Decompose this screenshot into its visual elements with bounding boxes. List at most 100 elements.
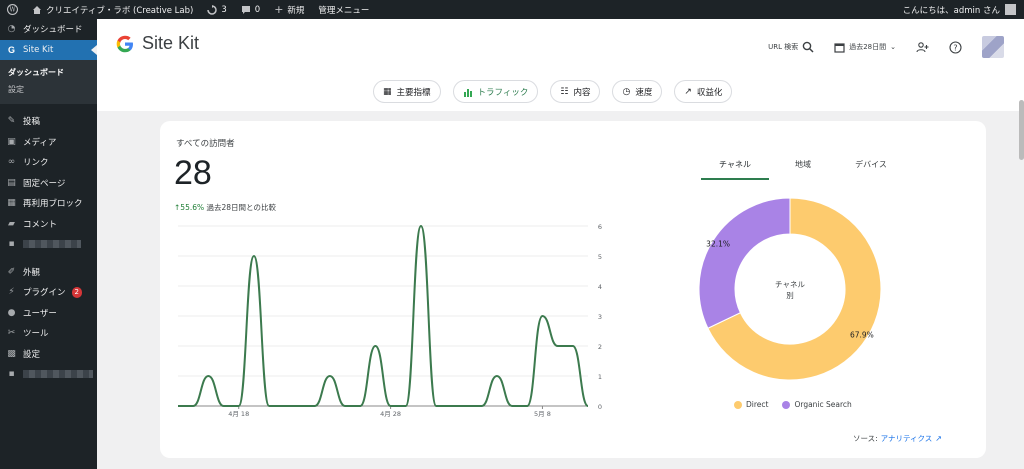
legend-item-direct[interactable]: Direct bbox=[734, 400, 768, 409]
data-point[interactable] bbox=[371, 342, 379, 350]
page-scrollbar[interactable] bbox=[1019, 100, 1024, 160]
comment-icon bbox=[241, 5, 250, 14]
x-tick-label: 4月 18 bbox=[228, 410, 249, 418]
tab-device[interactable]: デバイス bbox=[837, 159, 905, 180]
data-point[interactable] bbox=[326, 372, 334, 380]
data-point[interactable] bbox=[174, 402, 182, 410]
comments-link[interactable]: 0 bbox=[234, 0, 267, 19]
sidebar-item-label: プラグイン bbox=[23, 288, 66, 299]
sidebar-item-posts[interactable]: ✎ 投稿 bbox=[0, 111, 97, 132]
x-tick-label: 5月 8 bbox=[534, 410, 551, 418]
data-point[interactable] bbox=[356, 402, 364, 410]
sidebar-item-blurred-2[interactable]: ▪ bbox=[0, 364, 97, 385]
data-point[interactable] bbox=[387, 402, 395, 410]
sidebar-item-links[interactable]: ∞ リンク bbox=[0, 152, 97, 173]
change-value: 55.6% bbox=[180, 203, 205, 212]
data-point[interactable] bbox=[220, 402, 228, 410]
sidebar-item-blocks[interactable]: ▦ 再利用ブロック bbox=[0, 193, 97, 214]
sidebar-item-sitekit[interactable]: G Site Kit bbox=[0, 39, 97, 60]
data-point[interactable] bbox=[584, 402, 592, 410]
updates-link[interactable]: 3 bbox=[200, 0, 233, 19]
submenu-item-dashboard[interactable]: ダッシュボード bbox=[0, 64, 97, 81]
data-point[interactable] bbox=[554, 342, 562, 350]
plus-icon: + bbox=[274, 3, 284, 16]
sidebar-item-blurred[interactable]: ▪ bbox=[0, 234, 97, 255]
block-icon: ▦ bbox=[7, 198, 16, 209]
y-tick-label: 5 bbox=[598, 253, 602, 261]
manage-menu-label: 管理メニュー bbox=[318, 5, 370, 16]
account-menu[interactable]: こんにちは、admin さん bbox=[903, 4, 1024, 16]
sidebar-item-comments[interactable]: ▰ コメント bbox=[0, 214, 97, 235]
admin-bar: W クリエイティブ・ラボ (Creative Lab) 3 0 + 新規 管理メ… bbox=[0, 0, 1024, 19]
data-point[interactable] bbox=[402, 402, 410, 410]
data-point[interactable] bbox=[538, 312, 546, 320]
sidebar-item-dashboard[interactable]: ◔ ダッシュボード bbox=[0, 19, 97, 40]
data-point[interactable] bbox=[432, 402, 440, 410]
sidebar-item-users[interactable]: ● ユーザー bbox=[0, 303, 97, 324]
wrench-icon: ✂ bbox=[7, 328, 16, 339]
plugin-icon: ⚡ bbox=[8, 287, 15, 298]
nav-traffic[interactable]: トラフィック bbox=[452, 80, 539, 103]
data-point[interactable] bbox=[508, 402, 516, 410]
data-point[interactable] bbox=[417, 222, 425, 230]
google-g-icon: G bbox=[7, 44, 15, 55]
sidebar-item-pages[interactable]: ▤ 固定ページ bbox=[0, 173, 97, 194]
data-point[interactable] bbox=[280, 402, 288, 410]
sidebar-item-label: 再利用ブロック bbox=[23, 199, 83, 210]
data-point[interactable] bbox=[204, 372, 212, 380]
data-point[interactable] bbox=[311, 402, 319, 410]
wordpress-icon: W bbox=[7, 4, 18, 15]
nav-key-metrics[interactable]: ▦ 主要指標 bbox=[373, 80, 441, 103]
pie-slice-organic-search[interactable] bbox=[698, 197, 791, 329]
search-icon bbox=[802, 41, 814, 53]
url-search-button[interactable]: URL 検索 bbox=[768, 41, 814, 53]
sidebar-item-media[interactable]: ▣ メディア bbox=[0, 132, 97, 153]
comment-icon: ▰ bbox=[8, 218, 15, 229]
help-button[interactable]: ? bbox=[949, 40, 962, 54]
data-point[interactable] bbox=[447, 402, 455, 410]
sidebar-item-tools[interactable]: ✂ ツール bbox=[0, 323, 97, 344]
card-title: すべての訪問者 bbox=[176, 139, 235, 149]
legend-label: Organic Search bbox=[794, 400, 852, 409]
data-point[interactable] bbox=[235, 402, 243, 410]
wordpress-logo-button[interactable]: W bbox=[0, 0, 25, 19]
pin-icon: ✎ bbox=[7, 116, 16, 127]
data-point[interactable] bbox=[569, 342, 577, 350]
nav-monetization[interactable]: ↗ 収益化 bbox=[674, 80, 733, 103]
sidebar-item-plugins[interactable]: ⚡ プラグイン 2 bbox=[0, 282, 97, 303]
header-tools: URL 検索 過去28日間 ⌄ ? bbox=[768, 36, 1004, 58]
sidebar-item-settings[interactable]: ▩ 設定 bbox=[0, 344, 97, 365]
total-visitors: 28 bbox=[174, 154, 212, 192]
slice-value-label: 67.9% bbox=[850, 330, 874, 339]
sidebar-item-appearance[interactable]: ✐ 外観 bbox=[0, 262, 97, 283]
manage-menu-link[interactable]: 管理メニュー bbox=[311, 0, 376, 19]
y-tick-label: 0 bbox=[598, 403, 602, 411]
source-link[interactable]: アナリティクス bbox=[881, 433, 933, 444]
tab-region[interactable]: 地域 bbox=[769, 159, 837, 180]
data-point[interactable] bbox=[265, 402, 273, 410]
data-point[interactable] bbox=[295, 402, 303, 410]
data-point[interactable] bbox=[250, 252, 258, 260]
comments-count: 0 bbox=[254, 4, 261, 15]
data-point[interactable] bbox=[493, 372, 501, 380]
manage-sharing-button[interactable] bbox=[916, 41, 929, 53]
new-label: 新規 bbox=[287, 5, 305, 16]
data-point[interactable] bbox=[478, 402, 486, 410]
sitekit-logo[interactable]: Site Kit bbox=[115, 33, 199, 54]
data-point[interactable] bbox=[523, 402, 531, 410]
submenu-item-settings[interactable]: 設定 bbox=[0, 81, 97, 98]
data-point[interactable] bbox=[341, 402, 349, 410]
sidebar-item-label: ツール bbox=[23, 329, 49, 340]
nav-speed[interactable]: ◷ 速度 bbox=[612, 80, 663, 103]
data-point[interactable] bbox=[189, 402, 197, 410]
user-avatar[interactable] bbox=[982, 36, 1004, 58]
site-name-link[interactable]: クリエイティブ・ラボ (Creative Lab) bbox=[25, 0, 200, 19]
date-range-selector[interactable]: 過去28日間 ⌄ bbox=[834, 42, 896, 53]
nav-label: 主要指標 bbox=[396, 87, 431, 98]
y-tick-label: 1 bbox=[598, 373, 602, 381]
tab-channel[interactable]: チャネル bbox=[701, 159, 769, 180]
legend-item-organic[interactable]: Organic Search bbox=[782, 400, 852, 409]
nav-content[interactable]: ☷ 内容 bbox=[550, 80, 601, 103]
new-content-link[interactable]: + 新規 bbox=[267, 0, 311, 19]
data-point[interactable] bbox=[463, 402, 471, 410]
